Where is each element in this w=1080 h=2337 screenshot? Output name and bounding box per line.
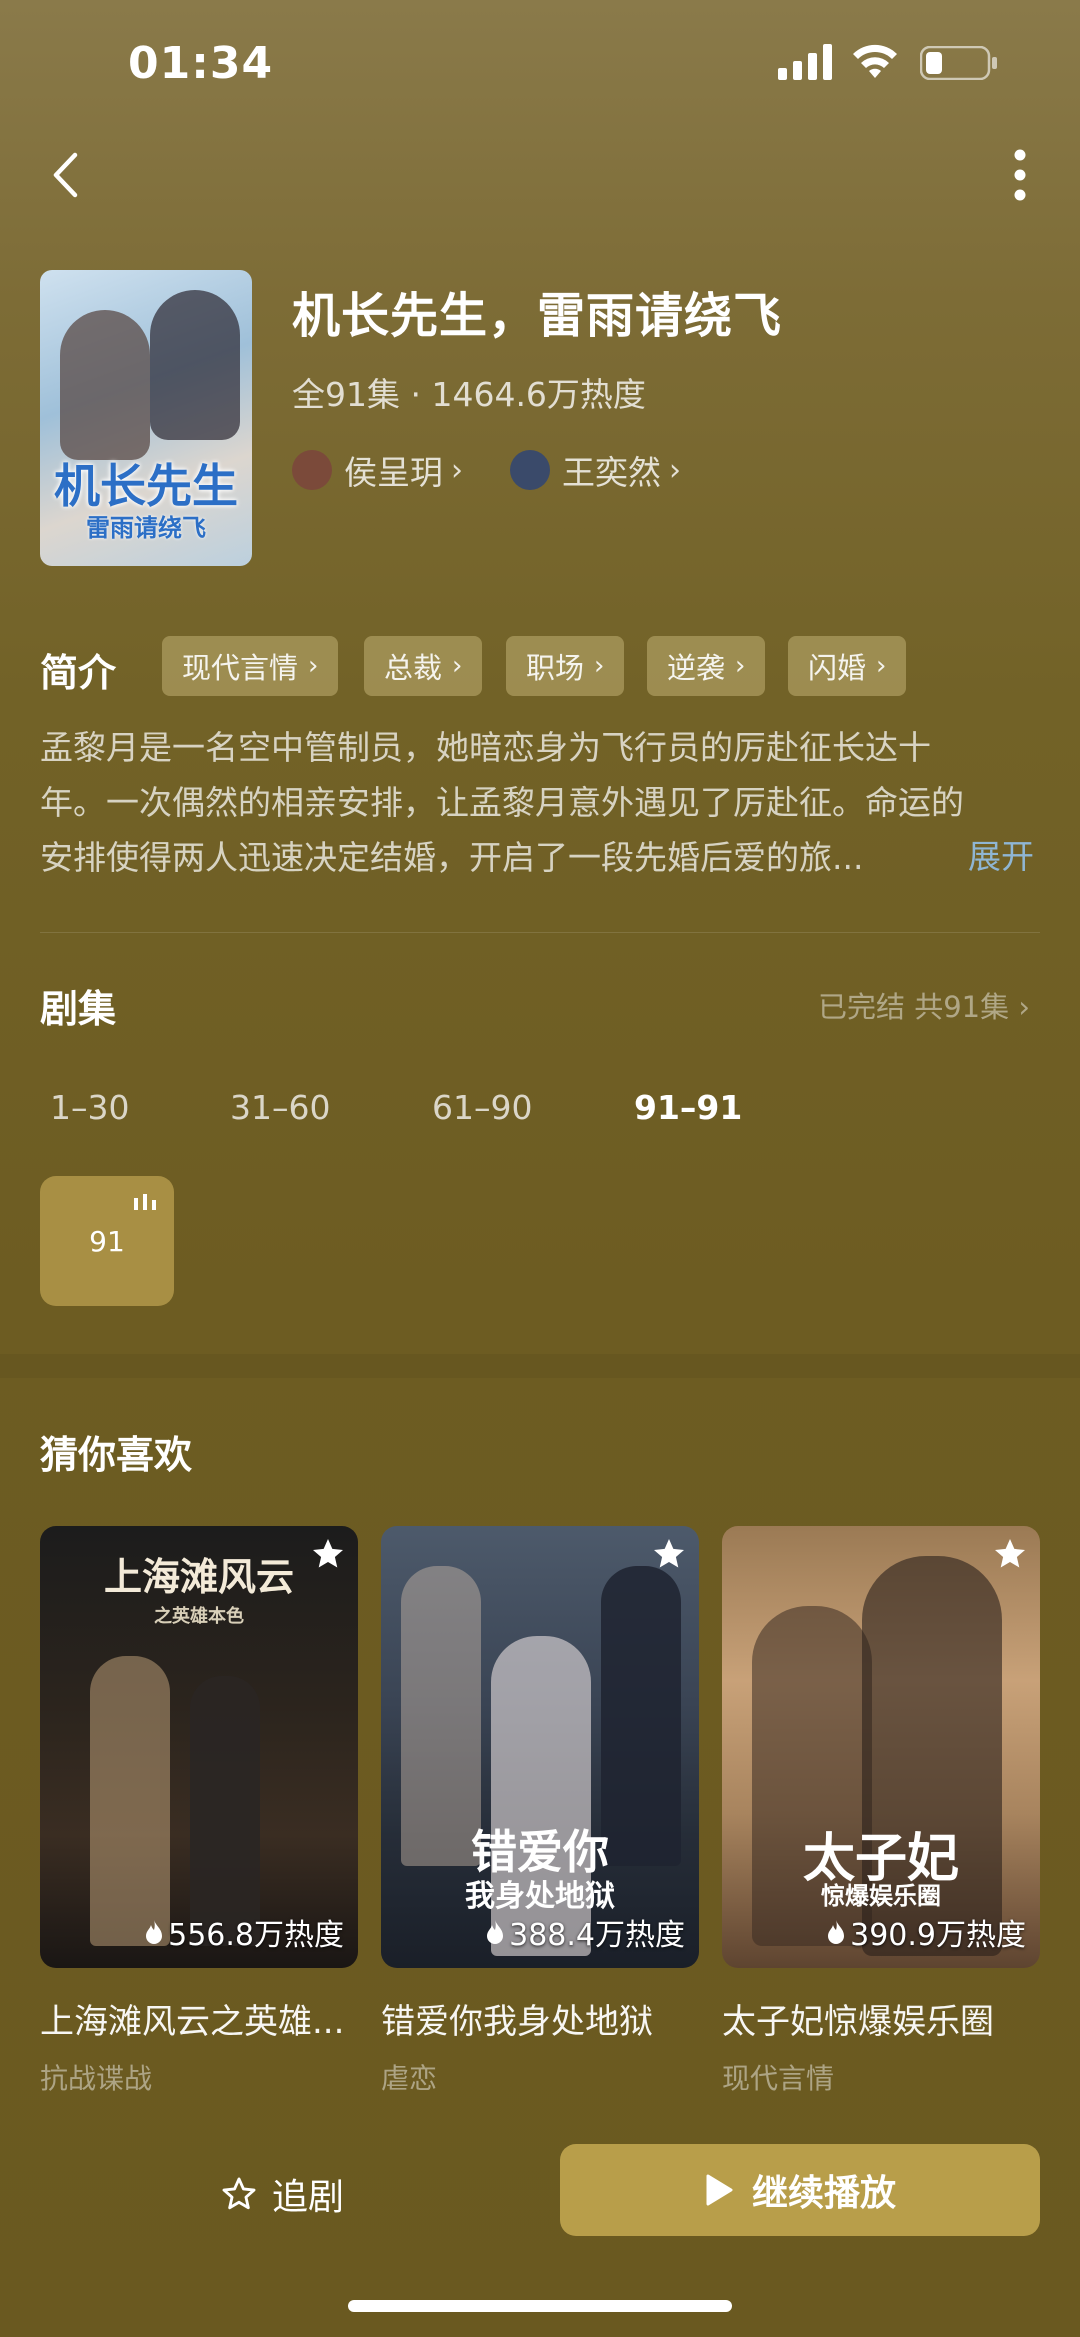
episodes-status: 已完结 共91集: [818, 990, 1010, 1024]
chevron-right-icon: ›: [451, 452, 463, 488]
actor-name: 侯呈玥: [344, 453, 443, 492]
episodes-status-link[interactable]: 已完结 共91集 ›: [818, 984, 1030, 1026]
cover-subtitle: 之英雄本色: [154, 1606, 244, 1627]
actor-name: 王奕然: [562, 453, 661, 492]
more-vertical-icon: [1014, 149, 1026, 201]
chevron-left-icon: [53, 152, 78, 198]
episode-tile[interactable]: 91: [40, 1176, 174, 1306]
recommend-genre: 现代言情: [722, 2062, 835, 2095]
show-poster[interactable]: 机长先生 雷雨请绕飞: [40, 270, 252, 566]
heat-value: 556.8万热度: [168, 1918, 344, 1953]
status-time: 01:34: [128, 38, 274, 89]
follow-label: 追剧: [272, 2177, 345, 2218]
recommend-heading: 猜你喜欢: [40, 1433, 193, 1477]
divider: [40, 932, 1040, 933]
battery-icon: [920, 46, 997, 80]
star-icon[interactable]: [992, 1536, 1028, 1572]
continue-play-button[interactable]: 继续播放: [560, 2144, 1040, 2236]
star-icon[interactable]: [310, 1536, 346, 1572]
actor-link[interactable]: 侯呈玥 ›: [292, 448, 463, 492]
actor-avatar: [292, 450, 332, 490]
poster-figure: [60, 310, 150, 460]
recommend-genre: 抗战谍战: [40, 2062, 153, 2095]
cover-subtitle: 惊爆娱乐圈: [821, 1881, 941, 1910]
chevron-right-icon: ›: [1018, 990, 1030, 1024]
recommend-card[interactable]: 错爱你 我身处地狱 388.4万热度 错爱你我身处地狱 虐恋: [381, 1526, 699, 2097]
star-outline-icon: [222, 2177, 256, 2210]
episode-range-tab[interactable]: 1–30: [50, 1088, 130, 1127]
heat-value: 388.4万热度: [509, 1918, 685, 1953]
tag-chip[interactable]: 总裁 ›: [364, 636, 483, 696]
chevron-right-icon: ›: [452, 651, 463, 681]
recommend-title: 上海滩风云之英雄...: [40, 2002, 345, 2042]
recommend-cover: 错爱你 我身处地狱 388.4万热度: [381, 1526, 699, 1968]
tag-chip[interactable]: 职场 ›: [506, 636, 625, 696]
wifi-icon: [853, 44, 897, 78]
section-separator: [0, 1354, 1080, 1378]
intro-heading: 简介: [40, 651, 117, 695]
flame-icon: [146, 1920, 163, 1944]
heat-badge: 388.4万热度: [485, 1910, 685, 1954]
cover-figure: [90, 1656, 170, 1946]
recommend-title: 错爱你我身处地狱: [381, 2002, 653, 2042]
show-title: 机长先生，雷雨请绕飞: [292, 288, 783, 344]
back-button[interactable]: [40, 140, 90, 210]
play-icon: [706, 2174, 733, 2206]
tag-label: 职场: [526, 651, 585, 685]
follow-button[interactable]: 追剧: [220, 2164, 344, 2224]
star-icon[interactable]: [651, 1536, 687, 1572]
episode-number: 91: [89, 1224, 125, 1258]
episodes-heading: 剧集: [40, 987, 117, 1031]
more-button[interactable]: [1000, 140, 1040, 210]
heat-badge: 556.8万热度: [144, 1910, 344, 1954]
episode-range-tab[interactable]: 31–60: [230, 1088, 330, 1127]
tag-chip[interactable]: 逆袭 ›: [647, 636, 766, 696]
synopsis-line: 安排使得两人迅速决定结婚，开启了一段先婚后爱的旅...: [40, 838, 864, 877]
cover-subtitle: 我身处地狱: [465, 1879, 615, 1914]
synopsis: 孟黎月是一名空中管制员，她暗恋身为飞行员的厉赴征长达十 年。一次偶然的相亲安排，…: [40, 720, 1040, 885]
heat-badge: 390.9万热度: [826, 1910, 1026, 1954]
recommend-cover: 太子妃 惊爆娱乐圈 390.9万热度: [722, 1526, 1040, 1968]
episode-range-tab[interactable]: 61–90: [432, 1088, 532, 1127]
tag-chip[interactable]: 现代言情 ›: [162, 636, 339, 696]
flame-icon: [487, 1920, 504, 1944]
recommend-title: 太子妃惊爆娱乐圈: [722, 2002, 994, 2042]
home-indicator[interactable]: [348, 2300, 732, 2312]
signal-icon: [778, 44, 832, 80]
tag-chip[interactable]: 闪婚 ›: [788, 636, 907, 696]
actor-link[interactable]: 王奕然 ›: [510, 448, 681, 492]
recommend-cover: 上海滩风云 之英雄本色 556.8万热度: [40, 1526, 358, 1968]
chevron-right-icon: ›: [669, 452, 681, 488]
chevron-right-icon: ›: [594, 651, 605, 681]
synopsis-line: 孟黎月是一名空中管制员，她暗恋身为飞行员的厉赴征长达十: [40, 728, 931, 767]
tag-label: 现代言情: [182, 651, 299, 685]
expand-link[interactable]: 展开: [968, 830, 1034, 878]
episode-range-tab-active[interactable]: 91–91: [634, 1088, 742, 1127]
actor-avatar: [510, 450, 550, 490]
recommend-card[interactable]: 上海滩风云 之英雄本色 556.8万热度 上海滩风云之英雄... 抗战谍战: [40, 1526, 358, 2097]
poster-figure: [150, 290, 240, 440]
recommend-card[interactable]: 太子妃 惊爆娱乐圈 390.9万热度 太子妃惊爆娱乐圈 现代言情: [722, 1526, 1040, 2097]
flame-icon: [828, 1920, 845, 1944]
recommend-genre: 虐恋: [381, 2062, 438, 2095]
play-label: 继续播放: [751, 2173, 896, 2214]
cover-figure: [190, 1676, 260, 1946]
heat-value: 390.9万热度: [850, 1918, 1026, 1953]
chevron-right-icon: ›: [876, 651, 887, 681]
playing-bars-icon: [134, 1194, 156, 1210]
tag-label: 总裁: [384, 651, 443, 685]
tag-label: 逆袭: [667, 651, 726, 685]
poster-title: 机长先生: [54, 459, 238, 513]
chevron-right-icon: ›: [308, 651, 319, 681]
tag-label: 闪婚: [808, 651, 867, 685]
show-meta: 全91集 · 1464.6万热度: [292, 375, 646, 414]
chevron-right-icon: ›: [735, 651, 746, 681]
poster-subtitle: 雷雨请绕飞: [86, 514, 206, 542]
synopsis-line: 年。一次偶然的相亲安排，让孟黎月意外遇见了厉赴征。命运的: [40, 783, 964, 822]
